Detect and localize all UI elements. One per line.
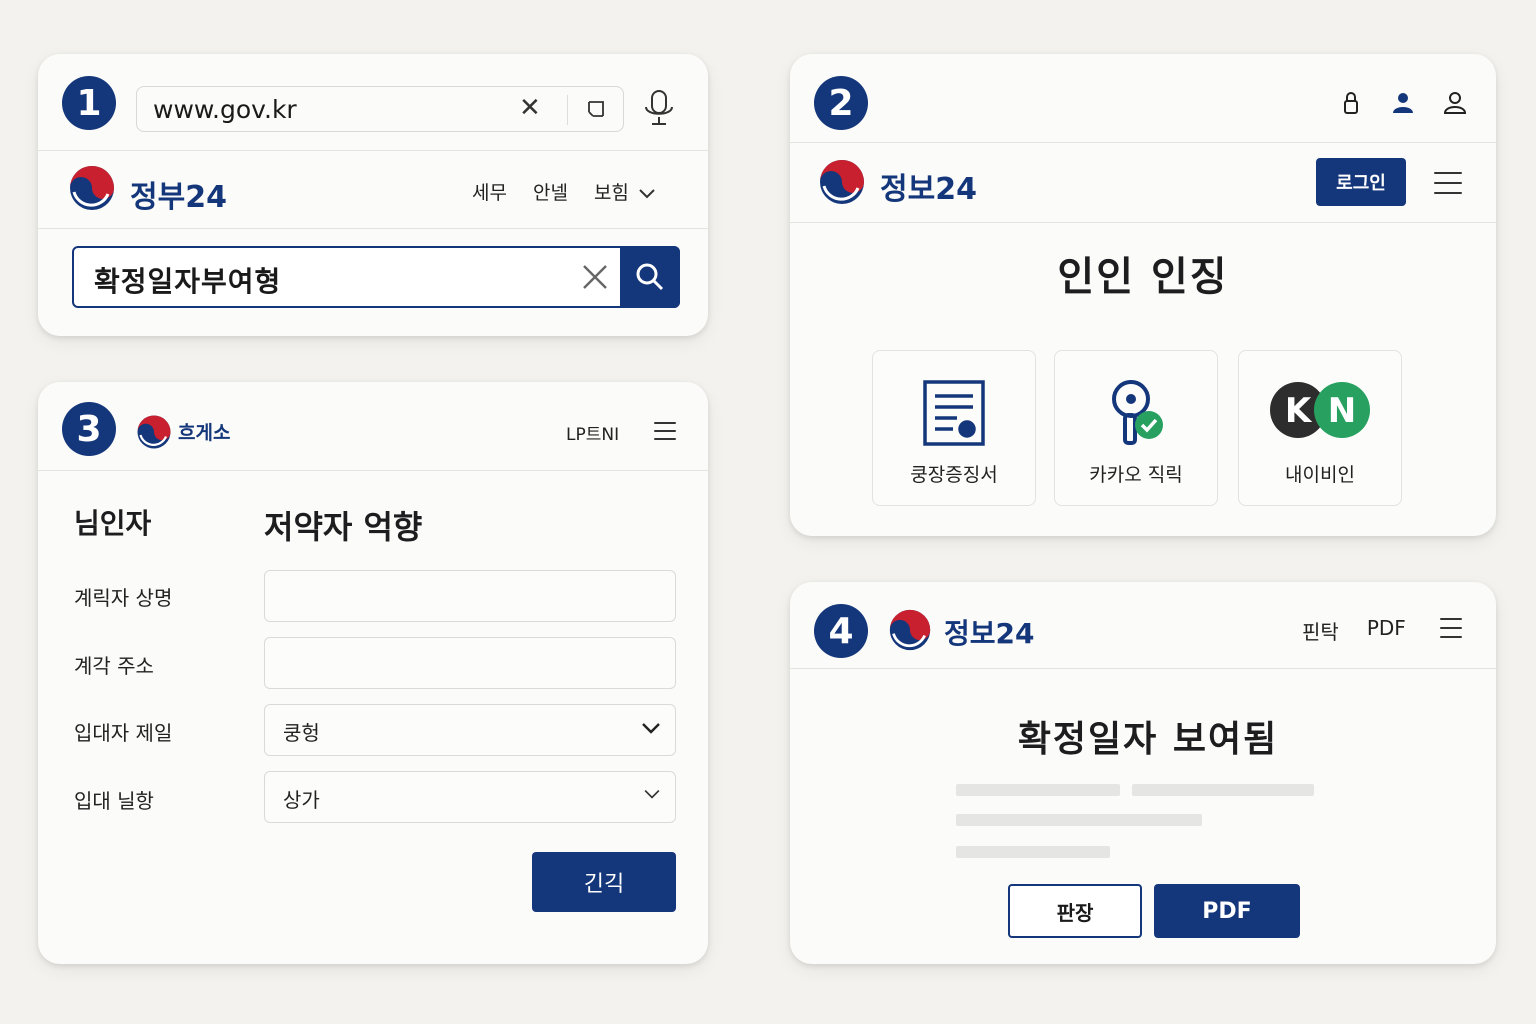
divider (790, 142, 1496, 143)
login-button[interactable]: 로그인 (1316, 158, 1406, 206)
nav-item-pdf[interactable]: PDF (1367, 616, 1406, 645)
section-heading: 님인자 (74, 507, 152, 540)
divider (38, 228, 708, 229)
nav-item-label: 보힘 (593, 182, 629, 204)
panel-2-authentication: 2 정보24 로그인 인인 인징 쿵장증징서 카카오 직릭 K N 내이비인 (790, 54, 1496, 536)
address-bar[interactable]: www.gov.kr ✕ (136, 86, 624, 132)
field-label: 계릭자 상명 (74, 586, 173, 610)
text-placeholder (1132, 784, 1314, 796)
text-placeholder (956, 784, 1120, 796)
nav-item[interactable]: 안넬 (533, 178, 568, 205)
auth-option-naver[interactable]: K N 내이비인 (1238, 350, 1402, 506)
chevron-down-icon (639, 189, 655, 199)
step-badge-4: 4 (814, 604, 868, 658)
auth-option-kakao[interactable]: 카카오 직릭 (1054, 350, 1218, 506)
brand-name: 정부24 (130, 180, 227, 215)
field-label: 입대 닐항 (74, 789, 154, 813)
brand-name: 정보24 (944, 617, 1035, 650)
pdf-download-button[interactable]: PDF (1154, 884, 1300, 938)
step-badge-1: 1 (62, 76, 116, 130)
user-outline-icon[interactable] (1442, 90, 1468, 116)
address-field[interactable] (264, 637, 676, 689)
menu-icon[interactable] (1434, 172, 1462, 194)
government-logo-icon (820, 160, 864, 204)
search-input[interactable]: 확정일자부여형 (72, 246, 680, 308)
top-nav: 핀탁 PDF (1302, 616, 1406, 645)
menu-icon[interactable] (1440, 618, 1462, 638)
page-title: 인인 인징 (1057, 254, 1229, 300)
type-select[interactable]: 쿵헝 (264, 704, 676, 756)
divider (790, 222, 1496, 223)
svg-text:N: N (1328, 391, 1356, 431)
text-placeholder (956, 846, 1110, 858)
kakao-key-icon (1112, 380, 1163, 445)
step-badge-2: 2 (814, 76, 868, 130)
divider (38, 470, 708, 471)
field-label: 계각 주소 (74, 654, 154, 678)
menu-icon[interactable] (654, 422, 676, 440)
menu-label[interactable]: LP트NI (566, 420, 619, 445)
government-logo-icon (889, 609, 931, 651)
government-logo-icon (137, 415, 171, 449)
submit-button[interactable]: 긴긱 (532, 852, 676, 912)
close-icon[interactable]: ✕ (519, 93, 541, 123)
select-value: 상가 (283, 788, 320, 812)
select-value: 쿵헝 (283, 721, 320, 745)
auth-option-label: 쿵장증징서 (910, 464, 998, 486)
chevron-down-icon (644, 789, 660, 799)
address-bar-url[interactable]: www.gov.kr (153, 95, 297, 124)
divider (38, 150, 708, 151)
svg-text:K: K (1285, 391, 1313, 431)
step-badge-3: 3 (62, 402, 116, 456)
auth-option-certificate[interactable]: 쿵장증징서 (872, 350, 1036, 506)
save-button[interactable]: 판장 (1008, 884, 1142, 938)
form-title: 저약자 억향 (264, 508, 423, 546)
panel-4-result: 4 정보24 핀탁 PDF 확정일자 보여됨 판장 PDF (790, 582, 1496, 964)
nav-item[interactable]: 세무 (472, 178, 507, 205)
search-icon (636, 263, 664, 291)
microphone-icon[interactable] (641, 88, 677, 128)
text-placeholder (956, 814, 1202, 826)
clear-icon[interactable] (580, 262, 610, 292)
nav-item-print[interactable]: 핀탁 (1302, 616, 1339, 645)
panel-3-application-form: 3 흐게소 LP트NI 님인자 저약자 억향 계릭자 상명 계각 주소 입대자 … (38, 382, 708, 964)
top-nav: 세무 안넬 보힘 (472, 178, 655, 205)
search-button[interactable] (620, 246, 680, 308)
divider (790, 668, 1496, 669)
field-label: 입대자 제일 (74, 721, 173, 745)
divider (567, 95, 568, 125)
page-title: 확정일자 보여됨 (1017, 719, 1279, 760)
name-field[interactable] (264, 570, 676, 622)
government-logo-icon (70, 166, 114, 210)
top-icons (1338, 90, 1468, 116)
usage-select[interactable]: 상가 (264, 771, 676, 823)
kn-logo-icon: K N (1270, 382, 1370, 438)
auth-option-label: 카카오 직릭 (1089, 464, 1183, 486)
bookmark-icon[interactable] (585, 97, 609, 121)
brand-name: 정보24 (880, 172, 977, 207)
lock-icon[interactable] (1338, 90, 1364, 116)
nav-item-dropdown[interactable]: 보힘 (594, 178, 655, 205)
search-query[interactable]: 확정일자부여형 (94, 260, 281, 300)
auth-option-label: 내이비인 (1285, 464, 1355, 486)
panel-1-search: 1 www.gov.kr ✕ 정부24 세무 안넬 보힘 확정일자부여형 (38, 54, 708, 336)
user-filled-icon[interactable] (1390, 90, 1416, 116)
brand-name: 흐게소 (178, 422, 231, 444)
certificate-icon (923, 380, 985, 446)
chevron-down-icon (642, 723, 660, 734)
